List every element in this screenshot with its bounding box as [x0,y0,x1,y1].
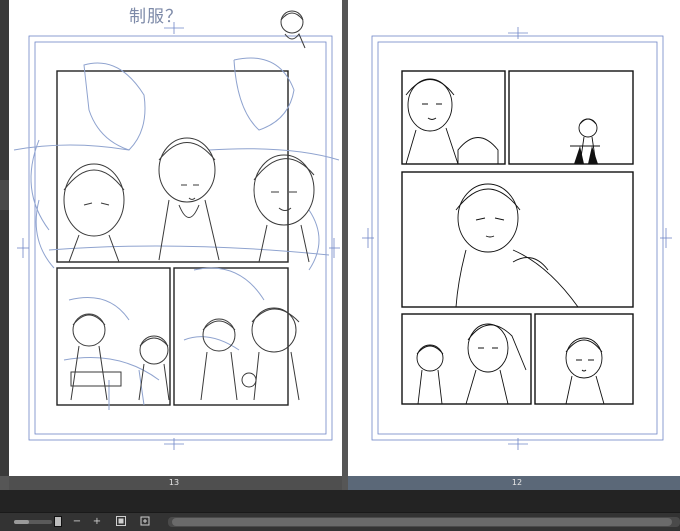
fit-page-button[interactable] [114,515,128,528]
horizontal-scrollbar-thumb[interactable] [172,518,672,526]
page-number-right: 12 [511,478,523,487]
zoom-in-button[interactable]: + [90,515,104,528]
panel-borders-right [401,70,634,405]
blue-sketch-lines [13,57,340,410]
zoom-out-icon: − [72,516,82,527]
fit-page-icon [116,516,126,526]
page-number-left: 13 [168,478,180,487]
panel-borders [56,70,289,406]
page-13-artwork [13,10,340,450]
rotate-view-icon [140,516,150,526]
rotate-view-button[interactable] [138,515,152,528]
canvas-background [0,490,680,512]
zoom-slider[interactable] [14,520,52,524]
ink-fills [574,146,598,164]
zoom-slider-handle[interactable] [54,516,62,527]
frame-guides [17,22,340,450]
panel-handle[interactable] [0,180,9,210]
manga-page-13[interactable]: 制服？ [9,0,342,476]
frame-guides-right [362,27,672,450]
pencil-figures [63,10,315,401]
zoom-slider-fill [14,520,30,524]
page-12-artwork [362,27,672,450]
zoom-in-icon: + [92,516,102,527]
manga-page-12[interactable] [348,0,680,476]
left-panel-edge [0,0,9,476]
zoom-out-button[interactable]: − [70,515,84,528]
